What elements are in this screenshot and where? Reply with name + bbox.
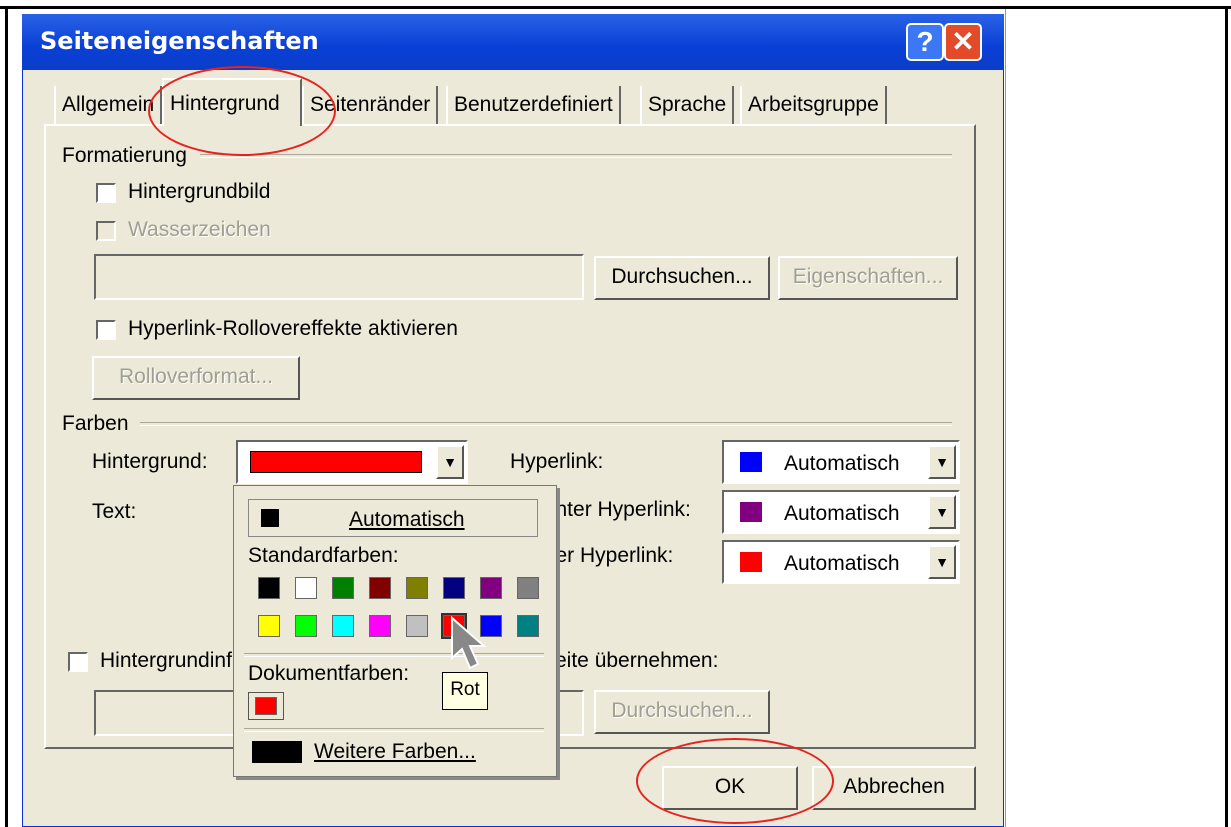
hyperlink-color-combo[interactable]: Automatisch ▼: [722, 440, 960, 484]
document-frame-top: [0, 6, 1231, 9]
active-hyperlink-color-value: Automatisch: [784, 552, 900, 575]
tab-sprache[interactable]: Sprache: [640, 86, 735, 124]
tab-allgemein[interactable]: Allgemein: [54, 86, 163, 124]
checkbox-rollover-effects[interactable]: [96, 320, 116, 340]
close-icon: ✕: [951, 26, 975, 57]
chevron-down-icon[interactable]: ▼: [928, 545, 956, 579]
more-colors-swatch: [252, 741, 302, 763]
group-divider: [140, 422, 952, 426]
visited-hyperlink-color-combo[interactable]: Automatisch ▼: [722, 490, 960, 534]
document-color-swatch: [255, 697, 277, 715]
copy-browse-button: Durchsuchen...: [594, 690, 770, 734]
palette-color-cell[interactable]: [443, 577, 465, 599]
label-hyperlink-color: Hyperlink:: [510, 450, 604, 473]
standard-colors-heading: Standardfarben:: [248, 544, 399, 567]
group-heading-formatierung: Formatierung: [62, 144, 187, 167]
active-hyperlink-color-combo[interactable]: Automatisch ▼: [722, 540, 960, 584]
mouse-cursor-icon: [451, 615, 487, 670]
chevron-down-icon[interactable]: ▼: [928, 445, 956, 479]
palette-color-cell[interactable]: [258, 615, 280, 637]
label-wasserzeichen: Wasserzeichen: [128, 218, 271, 241]
checkbox-wasserzeichen: [96, 221, 116, 241]
properties-button: Eigenschaften...: [778, 256, 958, 300]
cancel-button[interactable]: Abbrechen: [812, 766, 976, 810]
background-color-swatch: [250, 451, 422, 473]
automatic-color-label: Automatisch: [349, 508, 465, 531]
dropdown-divider: [244, 728, 544, 732]
browse-button[interactable]: Durchsuchen...: [594, 256, 770, 300]
document-colors-heading: Dokumentfarben:: [248, 662, 410, 685]
visited-hyperlink-color-swatch: [740, 502, 762, 522]
label-hintergrund-color: Hintergrund:: [92, 450, 208, 473]
label-rollover-effects: Hyperlink-Rollovereffekte aktivieren: [128, 317, 458, 340]
palette-color-cell[interactable]: [258, 577, 280, 599]
dropdown-divider: [244, 653, 544, 657]
background-image-path-field[interactable]: [94, 254, 584, 300]
palette-color-cell[interactable]: [406, 577, 428, 599]
palette-color-cell[interactable]: [295, 577, 317, 599]
visited-hyperlink-color-value: Automatisch: [784, 502, 900, 525]
tab-benutzerdefiniert[interactable]: Benutzerdefiniert: [446, 86, 621, 124]
help-icon: ?: [916, 26, 934, 57]
annotation-ellipse-hintergrund-tab: [148, 66, 336, 156]
label-text-color: Text:: [92, 500, 137, 523]
palette-color-cell[interactable]: [369, 615, 391, 637]
palette-color-cell[interactable]: [332, 577, 354, 599]
group-heading-farben: Farben: [62, 412, 129, 435]
annotation-ellipse-ok-button: [636, 738, 834, 824]
document-color-cell[interactable]: [248, 692, 284, 720]
group-divider: [200, 154, 952, 158]
chevron-down-icon[interactable]: ▼: [928, 495, 956, 529]
label-hintergrundbild: Hintergrundbild: [128, 180, 271, 203]
label-visited-hyperlink-color: chter Hyperlink:: [545, 498, 691, 521]
label-active-hyperlink-color: ver Hyperlink:: [545, 544, 674, 567]
active-hyperlink-color-swatch: [740, 552, 762, 572]
dialog-title: Seiteneigenschaften: [40, 27, 319, 55]
palette-color-cell[interactable]: [295, 615, 317, 637]
checkbox-hintergrundbild[interactable]: [96, 183, 116, 203]
chevron-down-icon[interactable]: ▼: [436, 445, 464, 479]
document-frame-left: [5, 6, 8, 827]
background-color-combo[interactable]: ▼: [236, 440, 468, 484]
document-frame-divider: [1005, 9, 1006, 827]
label-copy-background: Hintergrundinf: [100, 649, 232, 672]
automatic-color-option[interactable]: Automatisch: [248, 499, 538, 537]
more-colors-option[interactable]: Weitere Farben...: [314, 740, 476, 764]
color-picker-dropdown: Automatisch Standardfarben: Dokumentfarb…: [233, 485, 557, 777]
document-frame-right: [1225, 6, 1228, 827]
hyperlink-color-swatch: [740, 452, 762, 472]
automatic-color-swatch: [261, 509, 279, 527]
palette-color-cell[interactable]: [369, 577, 391, 599]
label-copy-background-suffix: eite übernehmen:: [555, 649, 719, 672]
tab-arbeitsgruppe[interactable]: Arbeitsgruppe: [740, 86, 887, 124]
hyperlink-color-value: Automatisch: [784, 452, 900, 475]
palette-color-cell[interactable]: [517, 577, 539, 599]
palette-color-cell[interactable]: [517, 615, 539, 637]
palette-color-cell[interactable]: [480, 577, 502, 599]
help-button[interactable]: ?: [906, 23, 944, 61]
color-tooltip: Rot: [442, 672, 488, 710]
palette-color-cell[interactable]: [332, 615, 354, 637]
rolloverformat-button: Rolloverformat...: [92, 356, 300, 400]
palette-color-cell[interactable]: [406, 615, 428, 637]
checkbox-copy-background[interactable]: [68, 652, 88, 672]
close-button[interactable]: ✕: [944, 23, 982, 61]
